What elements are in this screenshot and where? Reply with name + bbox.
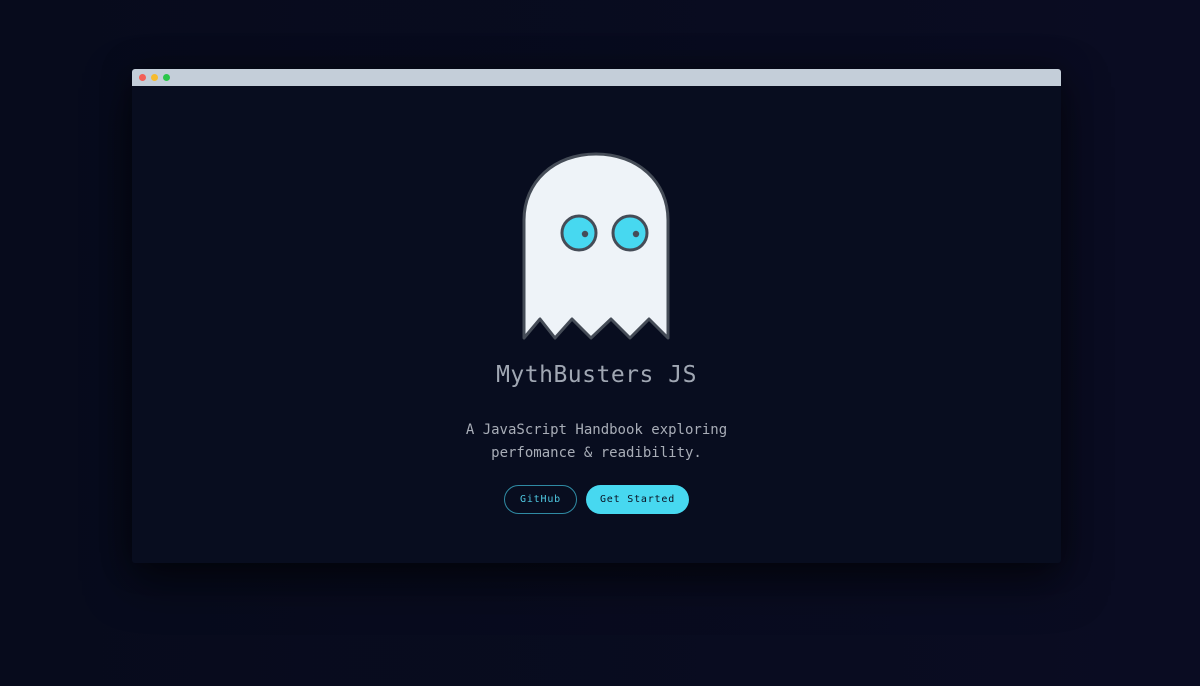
tagline: A JavaScript Handbook exploring perfoman… xyxy=(132,419,1061,465)
tagline-line-2: perfomance & readibility. xyxy=(491,445,702,461)
ghost-icon xyxy=(522,152,670,340)
right-eye xyxy=(611,214,649,252)
left-eye xyxy=(560,214,598,252)
left-pupil xyxy=(581,230,589,238)
github-button[interactable]: GitHub xyxy=(504,485,577,514)
close-window-button[interactable] xyxy=(139,74,146,81)
page-title: MythBusters JS xyxy=(496,362,697,388)
browser-window: MythBusters JS A JavaScript Handbook exp… xyxy=(132,69,1061,563)
right-pupil xyxy=(632,230,640,238)
minimize-window-button[interactable] xyxy=(151,74,158,81)
action-buttons: GitHub Get Started xyxy=(132,485,1061,514)
get-started-button[interactable]: Get Started xyxy=(586,485,689,514)
maximize-window-button[interactable] xyxy=(163,74,170,81)
tagline-line-1: A JavaScript Handbook exploring xyxy=(465,422,728,438)
window-titlebar xyxy=(132,69,1061,86)
hero-section: MythBusters JS A JavaScript Handbook exp… xyxy=(132,86,1061,563)
